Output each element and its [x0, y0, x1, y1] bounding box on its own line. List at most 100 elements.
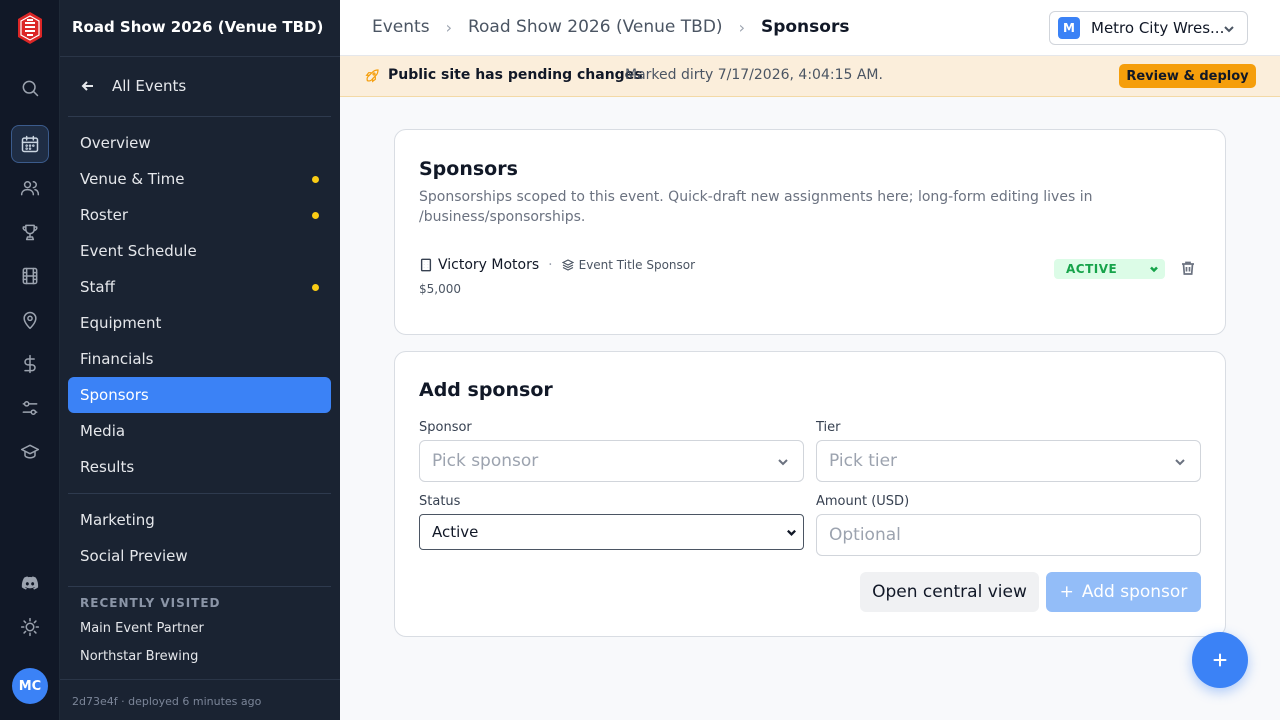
sidebar-item-label: Staff — [80, 278, 115, 296]
back-label: All Events — [112, 77, 187, 95]
layers-icon — [561, 259, 574, 271]
sidebar-item-equipment[interactable]: Equipment — [68, 305, 331, 341]
tier-select[interactable]: Pick tier — [816, 440, 1201, 482]
top-bar: Events › Road Show 2026 (Venue TBD) › Sp… — [340, 0, 1280, 56]
sponsors-card: Sponsors Sponsorships scoped to this eve… — [394, 129, 1226, 335]
org-name: Metro City Wres... — [1091, 19, 1225, 37]
event-sidebar: Road Show 2026 (Venue TBD) All Events Ov… — [60, 0, 340, 720]
event-title: Road Show 2026 (Venue TBD) — [72, 18, 324, 36]
plus-icon: + — [1059, 582, 1074, 602]
status-label: Status — [419, 494, 461, 509]
sponsor-label: Sponsor — [419, 420, 472, 435]
sidebar-item-label: Overview — [80, 134, 151, 152]
plus-icon — [1213, 653, 1227, 667]
banner-title: Public site has pending changes — [388, 67, 643, 83]
divider — [60, 56, 340, 57]
breadcrumb-event[interactable]: Road Show 2026 (Venue TBD) — [468, 17, 723, 37]
org-switcher[interactable]: M Metro City Wres... — [1049, 11, 1248, 45]
users-icon[interactable] — [11, 169, 49, 207]
sidebar-item-label: Results — [80, 458, 135, 476]
sponsor-name[interactable]: Victory Motors — [438, 257, 539, 273]
sidebar-item-label: Media — [80, 422, 126, 440]
status-select[interactable]: Active — [419, 514, 804, 550]
breadcrumb-current: Sponsors — [760, 17, 850, 37]
status-value: ACTIVE — [1066, 262, 1118, 276]
sidebar-item-overview[interactable]: Overview — [68, 125, 331, 161]
pending-dot — [312, 176, 319, 183]
pending-dot — [312, 284, 319, 291]
sponsor-select[interactable]: Pick sponsor — [419, 440, 804, 482]
sidebar-item-results[interactable]: Results — [68, 449, 331, 485]
card-title: Sponsors — [419, 158, 518, 180]
sponsor-row: Victory Motors · Event Title Sponsor — [419, 257, 695, 273]
sidebar-item-label: Equipment — [80, 314, 162, 332]
sidebar-item-media[interactable]: Media — [68, 413, 331, 449]
status-value: Active — [432, 523, 479, 541]
sidebar-item-social-preview[interactable]: Social Preview — [68, 538, 331, 574]
card-description: Sponsorships scoped to this event. Quick… — [419, 189, 1093, 225]
graduation-cap-icon[interactable] — [11, 433, 49, 471]
dollar-icon[interactable] — [11, 345, 49, 383]
sun-icon[interactable] — [11, 608, 49, 646]
org-badge: M — [1058, 17, 1080, 39]
review-deploy-button[interactable]: Review & deploy — [1119, 64, 1256, 88]
sliders-icon[interactable] — [11, 389, 49, 427]
sidebar-item-label: Event Schedule — [80, 242, 197, 260]
recent-item[interactable]: Main Event Partner — [80, 621, 204, 636]
sidebar-item-roster[interactable]: Roster — [68, 197, 331, 233]
pending-changes-banner: Public site has pending changes Marked d… — [340, 56, 1280, 97]
breadcrumb-events[interactable]: Events — [372, 17, 430, 37]
sidebar-item-label: Social Preview — [80, 547, 188, 565]
amount-placeholder: Optional — [829, 525, 901, 545]
chevron-down-icon — [1175, 459, 1185, 466]
avatar[interactable]: MC — [12, 668, 48, 704]
search-icon[interactable] — [11, 69, 49, 107]
back-to-events-link[interactable]: All Events — [80, 74, 186, 98]
fab-add-button[interactable] — [1192, 632, 1248, 688]
amount-input[interactable]: Optional — [816, 514, 1201, 556]
chevron-down-icon — [787, 529, 796, 536]
sidebar-item-label: Venue & Time — [80, 170, 185, 188]
separator-dot: · — [548, 257, 553, 273]
sidebar-item-sponsors[interactable]: Sponsors — [68, 377, 331, 413]
breadcrumb: Events › Road Show 2026 (Venue TBD) › Sp… — [372, 17, 849, 37]
sponsor-tier-label: Event Title Sponsor — [578, 258, 696, 272]
chevron-right-icon: › — [738, 17, 745, 37]
divider — [60, 679, 340, 680]
divider — [68, 493, 331, 494]
sidebar-item-staff[interactable]: Staff — [68, 269, 331, 305]
add-sponsor-label: Add sponsor — [1081, 582, 1188, 602]
sidebar-item-label: Financials — [80, 350, 154, 368]
trophy-icon[interactable] — [11, 213, 49, 251]
sidebar-item-venue-time[interactable]: Venue & Time — [68, 161, 331, 197]
tier-label: Tier — [816, 420, 841, 435]
status-select[interactable]: ACTIVE — [1054, 259, 1165, 279]
open-central-view-button[interactable]: Open central view — [860, 572, 1039, 612]
card-title: Add sponsor — [419, 379, 553, 401]
sidebar-item-event-schedule[interactable]: Event Schedule — [68, 233, 331, 269]
sidebar-item-label: Sponsors — [80, 386, 149, 404]
sidebar-item-label: Marketing — [80, 511, 155, 529]
chevron-right-icon: › — [445, 17, 452, 37]
recent-item[interactable]: Northstar Brewing — [80, 649, 198, 664]
divider — [68, 116, 331, 117]
tier-placeholder: Pick tier — [829, 451, 898, 471]
add-sponsor-card: Add sponsor Sponsor Pick sponsor Tier Pi… — [394, 351, 1226, 637]
sidebar-item-marketing[interactable]: Marketing — [68, 502, 331, 538]
banner-timestamp: Marked dirty 7/17/2026, 4:04:15 AM. — [625, 67, 883, 83]
deploy-footer: 2d73e4f · deployed 6 minutes ago — [72, 695, 262, 708]
sidebar-item-financials[interactable]: Financials — [68, 341, 331, 377]
chevron-down-icon — [1224, 26, 1234, 33]
building-icon — [420, 258, 432, 272]
trash-icon[interactable] — [1180, 260, 1196, 276]
film-icon[interactable] — [11, 257, 49, 295]
discord-icon[interactable] — [11, 564, 49, 602]
calendar-icon[interactable] — [11, 125, 49, 163]
map-pin-icon[interactable] — [11, 301, 49, 339]
sponsor-tier: Event Title Sponsor — [561, 258, 696, 272]
chevron-down-icon — [1150, 266, 1158, 273]
recent-heading: RECENTLY VISITED — [80, 596, 221, 610]
amount-label: Amount (USD) — [816, 494, 910, 509]
add-sponsor-button[interactable]: + Add sponsor — [1046, 572, 1201, 612]
logo-icon[interactable] — [16, 11, 44, 45]
